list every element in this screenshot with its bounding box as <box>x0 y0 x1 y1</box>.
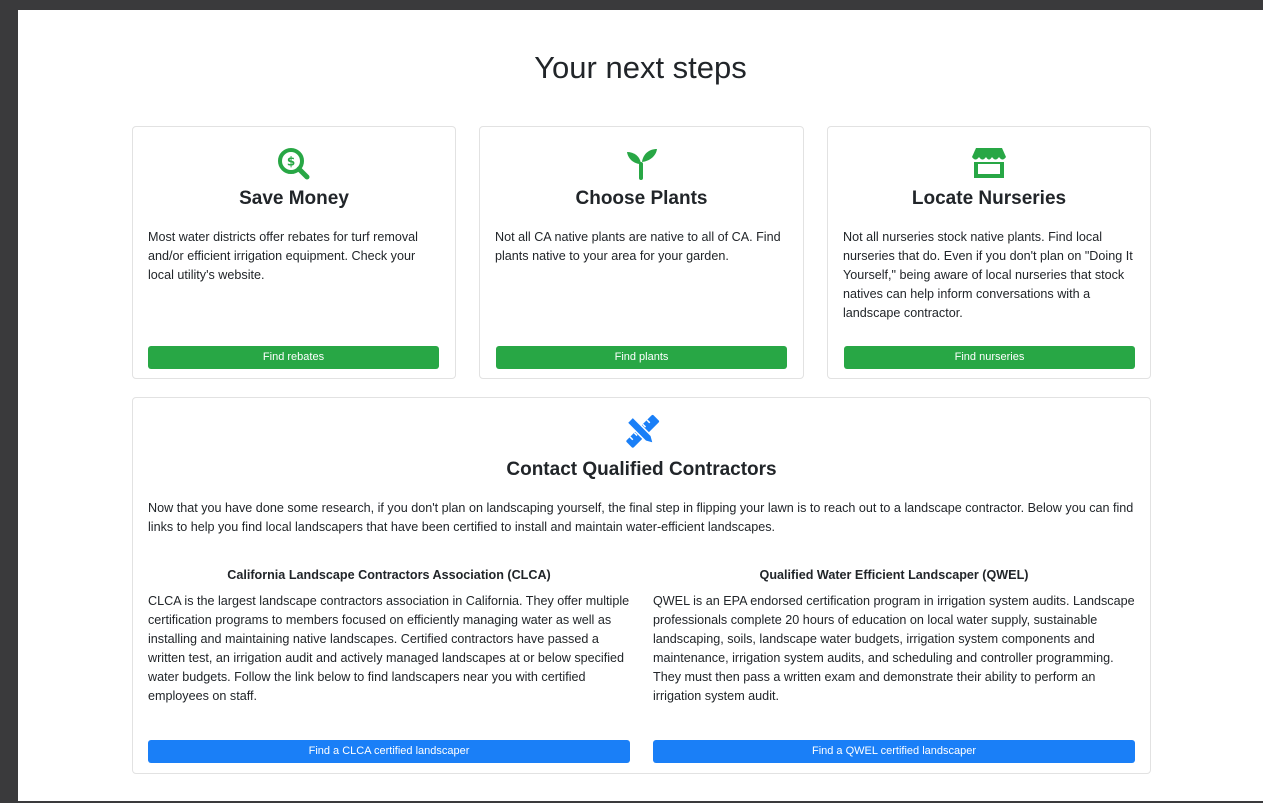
choose-plants-text: Not all CA native plants are native to a… <box>495 230 781 263</box>
find-qwel-button[interactable]: Find a QWEL certified landscaper <box>653 740 1135 763</box>
find-plants-button[interactable]: Find plants <box>496 346 787 369</box>
contractors-card: Contact Qualified Contractors Now that y… <box>132 397 1151 774</box>
save-money-text: Most water districts offer rebates for t… <box>148 230 418 282</box>
clca-text: CLCA is the largest landscape contractor… <box>148 594 630 703</box>
qwel-title: Qualified Water Efficient Landscaper (QW… <box>759 568 1029 582</box>
save-money-title: Save Money <box>239 188 349 209</box>
store-icon <box>828 146 1150 185</box>
choose-plants-card: Choose Plants Not all CA native plants a… <box>479 126 804 379</box>
contractors-intro: Now that you have done some research, if… <box>148 501 1134 534</box>
clca-title: California Landscape Contractors Associa… <box>227 568 551 582</box>
locate-nurseries-card: Locate Nurseries Not all nurseries stock… <box>827 126 1151 379</box>
contractors-title: Contact Qualified Contractors <box>506 459 777 480</box>
locate-nurseries-title: Locate Nurseries <box>911 188 1067 209</box>
seedling-icon <box>480 146 803 185</box>
find-nurseries-button[interactable]: Find nurseries <box>844 346 1135 369</box>
choose-plants-title: Choose Plants <box>575 188 708 209</box>
search-dollar-icon: $ <box>133 146 455 185</box>
locate-nurseries-text: Not all nurseries stock native plants. F… <box>843 230 1133 320</box>
find-rebates-button[interactable]: Find rebates <box>148 346 439 369</box>
find-clca-button[interactable]: Find a CLCA certified landscaper <box>148 740 630 763</box>
qwel-text: QWEL is an EPA endorsed certification pr… <box>653 594 1135 703</box>
page: Your next steps $ Save Money Most water … <box>18 10 1263 803</box>
save-money-card: $ Save Money Most water districts offer … <box>132 126 456 379</box>
svg-text:$: $ <box>287 155 295 169</box>
page-title: Your next steps <box>534 50 747 85</box>
drafting-tools-icon <box>133 414 1150 455</box>
